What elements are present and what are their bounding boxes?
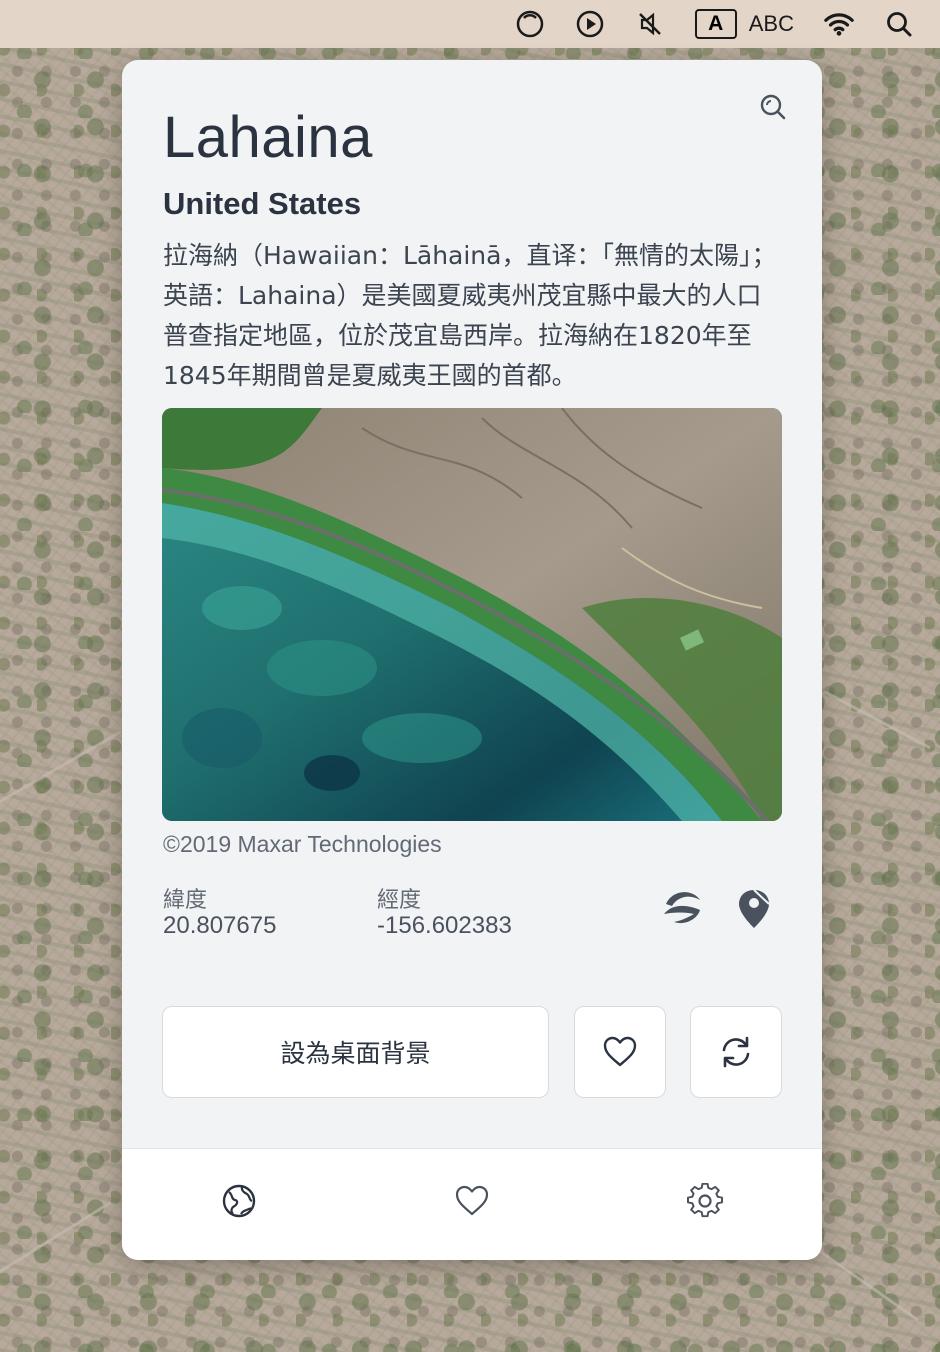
latitude-value: 20.807675 <box>163 912 277 939</box>
spotlight-search-icon[interactable] <box>884 9 914 39</box>
aerial-photo[interactable] <box>162 408 782 821</box>
play-circle-icon[interactable] <box>575 9 605 39</box>
globe-icon <box>222 1184 256 1218</box>
tab-settings[interactable] <box>687 1182 723 1219</box>
location-country: United States <box>163 186 362 221</box>
location-popover: Lahaina United States 拉海納（Hawaiian：Lāhai… <box>122 60 822 1260</box>
mute-icon[interactable] <box>635 9 665 39</box>
zoom-search-icon[interactable] <box>758 92 788 122</box>
input-source-icon: A <box>694 9 737 39</box>
favorite-button[interactable] <box>574 1006 666 1098</box>
heart-icon <box>603 1036 637 1067</box>
longitude-label: 經度 <box>377 887 422 912</box>
tab-globe[interactable] <box>221 1183 257 1219</box>
refresh-icon <box>722 1036 750 1068</box>
menu-bar: A ABC <box>0 0 940 48</box>
longitude-value: -156.602383 <box>377 912 512 939</box>
circle-dashed-icon[interactable] <box>515 9 545 39</box>
gear-icon <box>687 1182 723 1218</box>
set-wallpaper-button[interactable]: 設為桌面背景 <box>162 1006 549 1098</box>
location-description: 拉海納（Hawaiian：Lāhainā，直译：「無情的太陽」；英語：Lahai… <box>163 241 777 390</box>
latitude-label: 緯度 <box>163 887 208 912</box>
image-credit: ©2019 Maxar Technologies <box>163 831 442 857</box>
google-earth-icon[interactable] <box>660 886 704 930</box>
input-source-label: ABC <box>748 11 794 36</box>
wifi-icon[interactable] <box>824 9 854 39</box>
tab-bar <box>122 1148 822 1260</box>
input-source-menu[interactable]: A ABC <box>694 9 794 39</box>
location-title: Lahaina <box>163 105 373 170</box>
heart-icon <box>455 1185 489 1216</box>
map-pin-icon[interactable] <box>732 886 776 930</box>
tab-favorites[interactable] <box>454 1183 490 1219</box>
refresh-button[interactable] <box>690 1006 782 1098</box>
